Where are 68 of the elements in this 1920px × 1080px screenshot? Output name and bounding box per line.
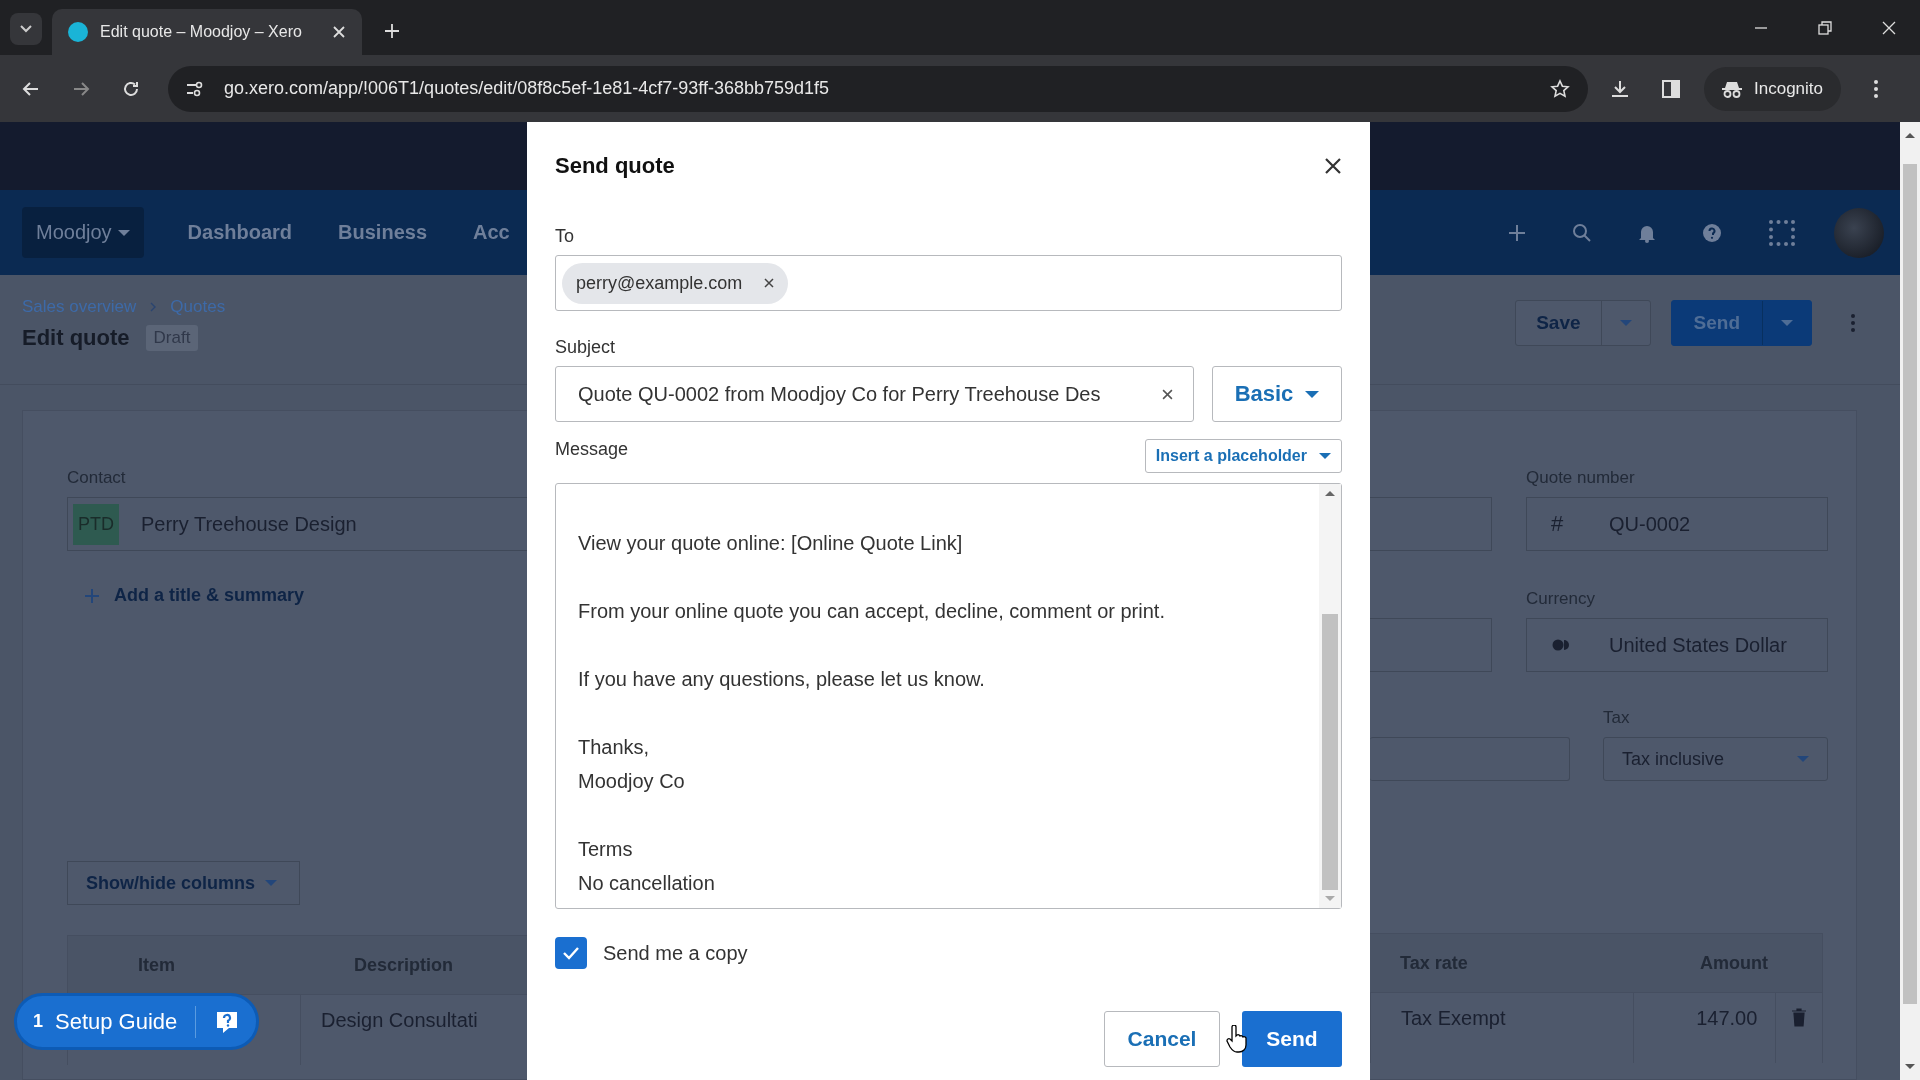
field-label: To bbox=[555, 226, 574, 247]
message-line: View your quote online: [Online Quote Link] bbox=[578, 531, 963, 556]
recipient-chip[interactable]: perry@example.com bbox=[562, 262, 789, 304]
tab-list-icon[interactable] bbox=[10, 13, 42, 45]
apps-grid-icon[interactable] bbox=[1768, 218, 1796, 247]
field-label: Message bbox=[555, 439, 629, 460]
message-field[interactable]: View your quote online: [Online Quote Link] From your online quote you can accept, decline, comment or print. If you have any questions, please let us know. Thanks, Moodjoy Co Terms No cancellation bbox=[555, 483, 1342, 909]
forward-icon[interactable] bbox=[72, 79, 90, 98]
incognito-icon bbox=[1722, 79, 1742, 98]
table-cell: 147.00 bbox=[1634, 993, 1777, 1063]
message-line: No cancellation bbox=[578, 871, 715, 896]
tax-dropdown[interactable]: Tax inclusive bbox=[1603, 737, 1828, 781]
scrollbar[interactable] bbox=[1319, 484, 1341, 908]
back-icon[interactable] bbox=[22, 79, 40, 98]
scrollbar[interactable] bbox=[1900, 122, 1920, 1080]
add-icon[interactable] bbox=[1508, 223, 1526, 242]
address-bar[interactable]: go.xero.com/app/!006T1/quotes/edit/08f8c5ef-1e81-4cf7-93ff-368bb759d1f5 bbox=[168, 65, 1588, 112]
incognito-chip[interactable]: Incognito bbox=[1704, 66, 1841, 111]
page-title: Edit quote bbox=[22, 325, 130, 351]
help-icon[interactable] bbox=[1702, 222, 1722, 243]
input-field[interactable] bbox=[1370, 497, 1492, 551]
checkbox[interactable] bbox=[555, 937, 587, 969]
quote-number-field[interactable]: # QU-0002 bbox=[1526, 497, 1828, 551]
nav-link[interactable]: Acc bbox=[453, 221, 527, 244]
currency-field[interactable]: United States Dollar bbox=[1526, 618, 1828, 672]
site-settings-icon[interactable] bbox=[186, 80, 204, 97]
message-line: If you have any questions, please let us know. bbox=[578, 667, 985, 692]
remove-icon[interactable] bbox=[764, 278, 775, 288]
restore-icon[interactable] bbox=[1818, 21, 1832, 35]
message-line: Terms bbox=[578, 837, 633, 862]
table-cell-text: Design Consultati bbox=[320, 1008, 478, 1033]
subject-field[interactable]: Quote QU-0002 from Moodjoy Co for Perry Treehouse Des bbox=[555, 366, 1194, 422]
field-label: Subject bbox=[555, 337, 616, 358]
reload-icon[interactable] bbox=[122, 79, 140, 98]
nav-link[interactable]: Dashboard bbox=[167, 221, 313, 244]
input-field[interactable] bbox=[1370, 737, 1570, 781]
cancel-button[interactable]: Cancel bbox=[1104, 1011, 1220, 1067]
search-icon[interactable] bbox=[1572, 222, 1592, 243]
dialog-title: Send quote bbox=[555, 153, 675, 179]
input-field[interactable] bbox=[1370, 618, 1492, 672]
chevron-icon bbox=[150, 302, 157, 312]
message-line: From your online quote you can accept, decline, comment or print. bbox=[578, 599, 1165, 624]
show-hide-columns-button[interactable]: Show/hide columns bbox=[67, 861, 300, 905]
insert-placeholder-button[interactable]: Insert a placeholder bbox=[1144, 439, 1342, 473]
plus-icon bbox=[84, 587, 100, 604]
add-title-link[interactable]: Add a title & summary bbox=[84, 585, 305, 606]
message-line: Moodjoy Co bbox=[578, 769, 685, 794]
nav-link[interactable]: Business bbox=[318, 221, 447, 244]
send-button[interactable]: Send bbox=[1242, 1011, 1342, 1067]
xero-logo-icon bbox=[68, 22, 88, 42]
new-tab-icon[interactable] bbox=[384, 23, 400, 39]
more-icon[interactable] bbox=[1873, 78, 1879, 99]
checkbox-label: Send me a copy bbox=[603, 941, 748, 965]
bookmark-star-icon[interactable] bbox=[1550, 78, 1570, 99]
send-quote-button[interactable]: Send bbox=[1670, 299, 1812, 346]
clear-icon[interactable] bbox=[1162, 388, 1173, 400]
side-panel-icon[interactable] bbox=[1662, 79, 1680, 98]
format-dropdown-button[interactable]: Basic bbox=[1212, 366, 1342, 422]
download-icon[interactable] bbox=[1610, 78, 1630, 99]
recipient-field[interactable]: perry@example.com bbox=[555, 255, 1342, 311]
browser-tab[interactable]: Edit quote – Moodjoy – Xero bbox=[52, 9, 362, 55]
message-line: Thanks, bbox=[578, 735, 650, 760]
hand-cursor-icon bbox=[1226, 1025, 1248, 1053]
setup-guide-button[interactable]: 1 Setup Guide bbox=[14, 993, 260, 1050]
save-button[interactable]: Save bbox=[1515, 299, 1651, 346]
org-menu-button[interactable]: Moodjoy bbox=[22, 207, 144, 258]
close-icon[interactable] bbox=[1324, 157, 1342, 175]
table-cell: Tax Exempt bbox=[1370, 993, 1634, 1063]
